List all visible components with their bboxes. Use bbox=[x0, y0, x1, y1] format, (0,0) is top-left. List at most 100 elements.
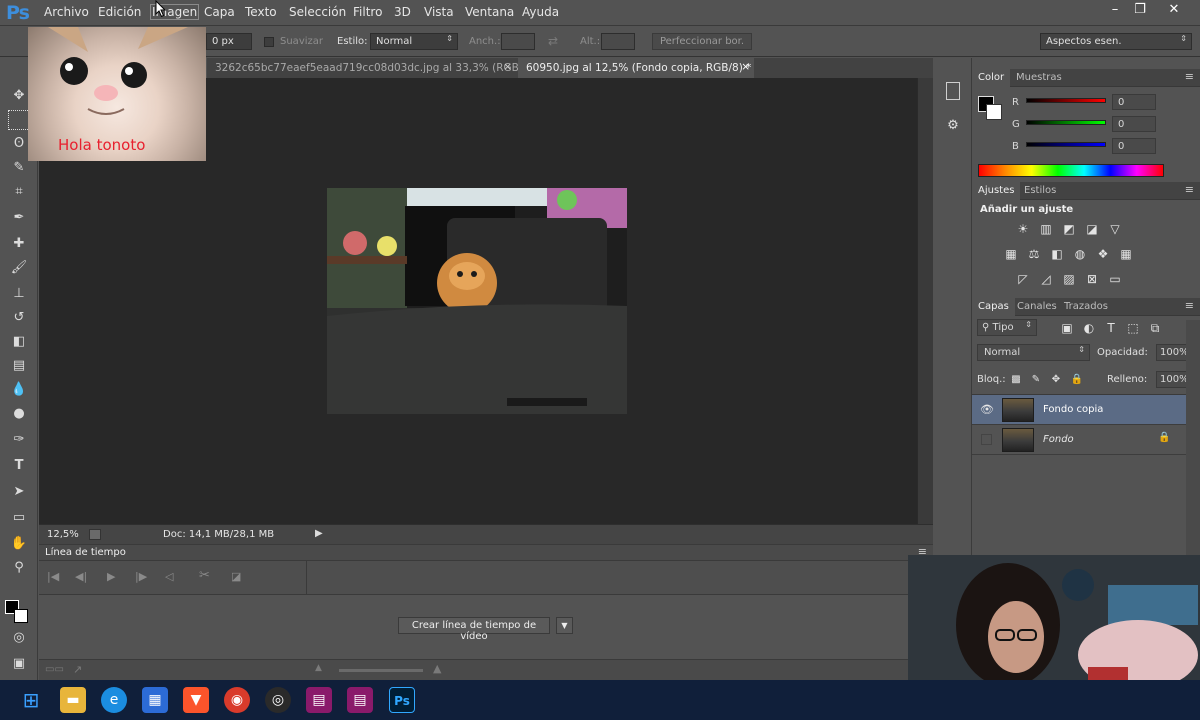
red-slider[interactable] bbox=[1026, 98, 1106, 103]
zoom-out-timeline-icon[interactable]: ▲ bbox=[315, 663, 322, 673]
menu-ventana[interactable]: Ventana bbox=[465, 5, 514, 19]
menu-texto[interactable]: Texto bbox=[245, 5, 277, 19]
layer-row[interactable]: 👁 Fondo copia bbox=[972, 395, 1186, 425]
tab-swatches[interactable]: Muestras bbox=[1016, 72, 1062, 83]
style-select[interactable]: Normal ⇕ bbox=[370, 33, 458, 50]
levels-adjustment-icon[interactable]: ▥ bbox=[1037, 221, 1055, 237]
green-slider[interactable] bbox=[1026, 120, 1106, 125]
workspace-select[interactable]: Aspectos esen. ⇕ bbox=[1040, 33, 1192, 50]
restore-button[interactable]: ❐ bbox=[1129, 2, 1151, 20]
blue-value-input[interactable]: 0 bbox=[1112, 138, 1156, 154]
path-selection-tool-icon[interactable]: ➤ bbox=[8, 482, 30, 502]
layer-name[interactable]: Fondo bbox=[1043, 434, 1074, 445]
brightness-adjustment-icon[interactable]: ☀ bbox=[1014, 221, 1032, 237]
create-video-timeline-button[interactable]: Crear línea de tiempo de vídeo bbox=[398, 617, 550, 642]
render-icon[interactable]: ↗ bbox=[73, 663, 82, 676]
next-frame-icon[interactable]: |▶ bbox=[135, 570, 147, 583]
lock-image-pixels-icon[interactable]: ✎ bbox=[1027, 372, 1045, 388]
quick-selection-tool-icon[interactable]: ✎ bbox=[8, 158, 30, 178]
edge-browser-icon[interactable]: e bbox=[101, 687, 127, 713]
filter-type-icon[interactable]: T bbox=[1102, 320, 1120, 336]
brave-browser-icon[interactable]: ▼ bbox=[183, 687, 209, 713]
selective-color-adjustment-icon[interactable]: ▭ bbox=[1106, 271, 1124, 287]
winrar-icon[interactable]: ▤ bbox=[306, 687, 332, 713]
eraser-tool-icon[interactable]: ◧ bbox=[8, 332, 30, 352]
posterize-adjustment-icon[interactable]: ◿ bbox=[1037, 271, 1055, 287]
panel-menu-icon[interactable]: ≡ bbox=[1185, 70, 1194, 83]
tab-document-1[interactable]: 3262c65bc77eaef5eaad719cc08d03dc.jpg al … bbox=[207, 58, 533, 78]
menu-filtro[interactable]: Filtro bbox=[353, 5, 382, 19]
audio-icon[interactable]: ◁ bbox=[165, 570, 173, 583]
frame-mode-icon[interactable]: ▭▭ bbox=[45, 664, 64, 675]
menu-ayuda[interactable]: Ayuda bbox=[522, 5, 559, 19]
eyedropper-tool-icon[interactable]: ✒ bbox=[8, 208, 30, 228]
lock-position-icon[interactable]: ✥ bbox=[1047, 372, 1065, 388]
menu-3d[interactable]: 3D bbox=[394, 5, 411, 19]
invert-adjustment-icon[interactable]: ◸ bbox=[1014, 271, 1032, 287]
visibility-eye-icon[interactable]: 👁 bbox=[980, 403, 994, 416]
vertical-scrollbar[interactable] bbox=[917, 78, 933, 524]
tab-document-2[interactable]: 60950.jpg al 12,5% (Fondo copia, RGB/8) … bbox=[518, 58, 754, 78]
curves-adjustment-icon[interactable]: ◩ bbox=[1060, 221, 1078, 237]
filter-pixel-icon[interactable]: ▣ bbox=[1058, 320, 1076, 336]
zoom-in-timeline-icon[interactable]: ▲ bbox=[433, 662, 441, 675]
history-panel-icon[interactable] bbox=[946, 82, 960, 100]
file-explorer-icon[interactable]: ▬ bbox=[60, 687, 86, 713]
lock-transparent-pixels-icon[interactable]: ▩ bbox=[1007, 372, 1025, 388]
refine-edge-button[interactable]: Perfeccionar bor. bbox=[652, 33, 752, 50]
photoshop-taskbar-icon[interactable]: Ps bbox=[389, 687, 415, 713]
gradient-map-adjustment-icon[interactable]: ⊠ bbox=[1083, 271, 1101, 287]
filter-shape-icon[interactable]: ⬚ bbox=[1124, 320, 1142, 336]
previous-frame-icon[interactable]: ◀| bbox=[75, 570, 87, 583]
shape-tool-icon[interactable]: ▭ bbox=[8, 508, 30, 528]
layers-scrollbar[interactable] bbox=[1186, 320, 1200, 558]
export-icon[interactable] bbox=[89, 529, 101, 540]
tab-styles[interactable]: Estilos bbox=[1024, 185, 1056, 196]
exposure-adjustment-icon[interactable]: ◪ bbox=[1083, 221, 1101, 237]
type-tool-icon[interactable]: T bbox=[8, 456, 30, 476]
microsoft-store-icon[interactable]: ▦ bbox=[142, 687, 168, 713]
winrar-icon-2[interactable]: ▤ bbox=[347, 687, 373, 713]
zoom-tool-icon[interactable]: ⚲ bbox=[8, 558, 30, 578]
photo-filter-adjustment-icon[interactable]: ◍ bbox=[1071, 246, 1089, 262]
screen-mode-icon[interactable]: ▣ bbox=[8, 654, 30, 674]
healing-brush-tool-icon[interactable]: ✚ bbox=[8, 234, 30, 254]
color-spectrum-bar[interactable] bbox=[978, 164, 1164, 177]
width-input[interactable] bbox=[501, 33, 535, 50]
panel-menu-icon[interactable]: ≡ bbox=[1185, 183, 1194, 196]
channel-mixer-adjustment-icon[interactable]: ❖ bbox=[1094, 246, 1112, 262]
blend-mode-select[interactable]: Normal ⇕ bbox=[977, 344, 1090, 361]
tab-color[interactable]: Color bbox=[972, 69, 1011, 87]
obs-studio-icon[interactable]: ◎ bbox=[265, 687, 291, 713]
play-icon[interactable]: ▶ bbox=[107, 570, 115, 583]
menu-archivo[interactable]: Archivo bbox=[44, 5, 89, 19]
split-scissors-icon[interactable]: ✂ bbox=[199, 568, 210, 583]
color-lookup-adjustment-icon[interactable]: ▦ bbox=[1117, 246, 1135, 262]
feather-input[interactable]: 0 px bbox=[206, 33, 252, 50]
windows-start-icon[interactable]: ⊞ bbox=[18, 687, 44, 713]
filter-smart-object-icon[interactable]: ⧉ bbox=[1146, 320, 1164, 336]
minimize-button[interactable]: – bbox=[1104, 2, 1126, 20]
layer-row[interactable]: Fondo 🔒 bbox=[972, 425, 1186, 455]
panel-menu-icon[interactable]: ≡ bbox=[1185, 299, 1194, 312]
status-menu-arrow-icon[interactable]: ▶ bbox=[315, 528, 323, 539]
dodge-tool-icon[interactable]: ● bbox=[8, 404, 30, 424]
filter-adjustment-icon[interactable]: ◐ bbox=[1080, 320, 1098, 336]
timeline-dropdown-icon[interactable]: ▼ bbox=[556, 617, 573, 634]
threshold-adjustment-icon[interactable]: ▨ bbox=[1060, 271, 1078, 287]
crop-tool-icon[interactable]: ⌗ bbox=[8, 182, 30, 202]
actions-panel-icon[interactable]: ⚙ bbox=[944, 118, 962, 136]
history-brush-tool-icon[interactable]: ↺ bbox=[8, 308, 30, 328]
timeline-zoom-slider[interactable] bbox=[339, 669, 423, 672]
tab-adjustments[interactable]: Ajustes bbox=[972, 182, 1021, 200]
close-tab-icon[interactable]: × bbox=[741, 61, 750, 73]
clone-stamp-tool-icon[interactable]: ⊥ bbox=[8, 284, 30, 304]
color-balance-adjustment-icon[interactable]: ⚖ bbox=[1025, 246, 1043, 262]
layer-name[interactable]: Fondo copia bbox=[1043, 404, 1103, 415]
quick-mask-icon[interactable]: ◎ bbox=[8, 628, 30, 648]
vibrance-adjustment-icon[interactable]: ▽ bbox=[1106, 221, 1124, 237]
zoom-level[interactable]: 12,5% bbox=[47, 529, 79, 540]
move-tool-icon[interactable]: ✥ bbox=[8, 86, 30, 106]
menu-capa[interactable]: Capa bbox=[204, 5, 235, 19]
chrome-browser-icon[interactable]: ◉ bbox=[224, 687, 250, 713]
